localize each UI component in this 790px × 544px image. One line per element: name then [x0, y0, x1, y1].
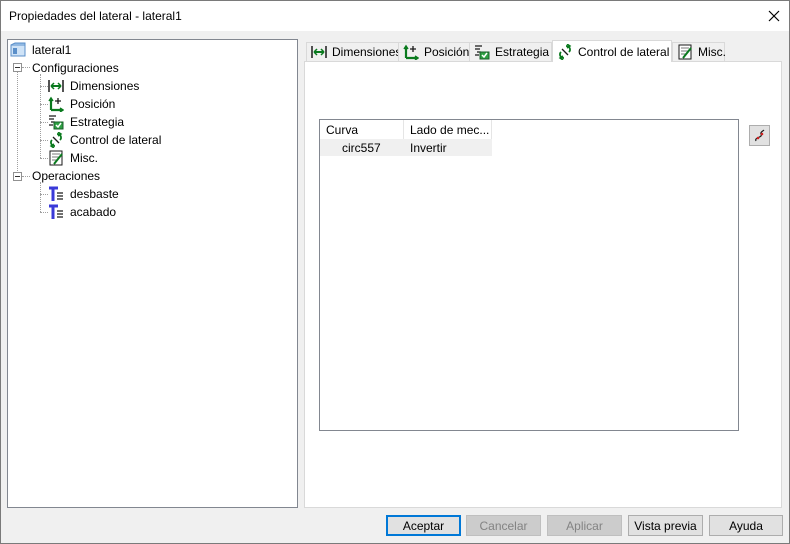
tab-label: Estrategia: [495, 45, 550, 59]
tab-estrategia[interactable]: Estrategia: [469, 42, 552, 61]
tree-item-posicion[interactable]: Posición: [48, 95, 117, 113]
tab-label: Posición: [424, 45, 470, 59]
cancel-button[interactable]: Cancelar: [466, 515, 541, 536]
tab-control-lateral[interactable]: Control de lateral: [552, 40, 672, 62]
side-control-icon: [558, 43, 572, 60]
dimensions-icon: [311, 46, 327, 58]
tree-item-acabado[interactable]: acabado: [48, 203, 118, 221]
misc-icon: [678, 44, 692, 60]
collapse-toggle[interactable]: [13, 172, 22, 181]
tree-item-dimensiones[interactable]: Dimensiones: [48, 77, 141, 95]
properties-dialog: Propiedades del lateral - lateral1 later…: [0, 0, 790, 544]
tab-label: Control de lateral: [578, 44, 670, 59]
tool-operation-icon: [49, 204, 63, 219]
tree-item-root[interactable]: lateral1: [10, 41, 73, 59]
tree-item-label: Misc.: [70, 151, 98, 165]
tab-dimensiones[interactable]: Dimensiones: [306, 42, 402, 61]
tree-item-operaciones[interactable]: Operaciones: [30, 167, 102, 185]
strategy-icon: [475, 45, 490, 60]
apply-button[interactable]: Aplicar: [547, 515, 622, 536]
tab-label: Dimensiones: [332, 45, 402, 59]
tree-item-configuraciones[interactable]: Configuraciones: [30, 59, 121, 77]
tree-item-label: Posición: [70, 97, 116, 111]
close-button[interactable]: [759, 1, 789, 31]
tab-page-control-lateral: Curva Lado de mec... circ557 Invertir: [304, 61, 782, 508]
tree-item-estrategia[interactable]: Estrategia: [48, 113, 126, 131]
tree-item-label: Estrategia: [70, 115, 125, 129]
list-row[interactable]: circ557 Invertir: [320, 139, 492, 156]
side-control-icon: [49, 132, 63, 148]
tab-posicion[interactable]: Posición: [398, 42, 470, 61]
cell-curva: circ557: [342, 141, 381, 155]
cell-lado: Invertir: [410, 141, 447, 155]
tool-operation-icon: [49, 186, 63, 201]
title-bar: Propiedades del lateral - lateral1: [1, 1, 789, 31]
position-icon: [48, 96, 64, 112]
select-curve-button[interactable]: [749, 125, 770, 146]
tree-item-label: Operaciones: [32, 169, 101, 183]
collapse-toggle[interactable]: [13, 63, 22, 72]
tree-item-label: desbaste: [70, 187, 119, 201]
tree-item-label: Configuraciones: [32, 61, 119, 75]
lateral-icon: [10, 42, 26, 57]
column-header-curva[interactable]: Curva: [320, 120, 404, 139]
window-title: Propiedades del lateral - lateral1: [9, 9, 182, 23]
tab-misc[interactable]: Misc.: [672, 42, 726, 61]
tree-item-desbaste[interactable]: desbaste: [48, 185, 121, 203]
misc-icon: [49, 150, 63, 166]
tab-label: Misc.: [698, 45, 726, 59]
curve-select-icon: [754, 129, 764, 141]
tree-item-control-lateral[interactable]: Control de lateral: [48, 131, 163, 149]
curve-list[interactable]: Curva Lado de mec... circ557 Invertir: [319, 119, 739, 431]
tree-item-label: lateral1: [32, 43, 72, 57]
close-icon: [768, 10, 780, 22]
tree-view[interactable]: lateral1 Configuraciones Dimensiones Pos…: [7, 39, 298, 508]
column-header-lado[interactable]: Lado de mec...: [404, 120, 492, 139]
dimensions-icon: [48, 80, 64, 92]
tree-item-label: Control de lateral: [70, 133, 162, 147]
preview-button[interactable]: Vista previa: [628, 515, 703, 536]
list-header: Curva Lado de mec...: [320, 120, 492, 139]
tree-item-misc[interactable]: Misc.: [48, 149, 100, 167]
tree-item-label: Dimensiones: [70, 79, 140, 93]
help-button[interactable]: Ayuda: [709, 515, 783, 536]
accept-button[interactable]: Aceptar: [386, 515, 461, 536]
strategy-icon: [49, 115, 64, 130]
position-icon: [403, 44, 419, 60]
tree-item-label: acabado: [70, 205, 117, 219]
